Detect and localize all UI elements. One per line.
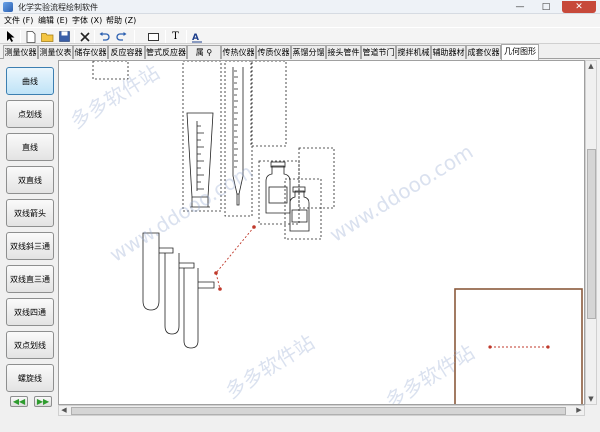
test-tube-rack-glassware (142, 232, 215, 349)
double-line-cross-button[interactable]: 双线四通 (6, 298, 54, 326)
reagent-bottle-large (265, 161, 291, 214)
open-folder-icon[interactable] (40, 29, 55, 44)
double-line-arrow-button[interactable]: 双线箭头 (6, 199, 54, 227)
preview-panel (454, 288, 583, 404)
tab-attribute[interactable]: 属 ⚲ (187, 45, 221, 59)
apparatus-drawing (92, 61, 583, 404)
maximize-button[interactable]: □ (534, 1, 558, 13)
dash-dot-line-button[interactable]: 点划线 (6, 100, 54, 128)
selection-box (224, 61, 253, 217)
window-title: 化学实验流程绘制软件 (18, 3, 98, 12)
menu-edit[interactable]: 编辑 (E) (38, 15, 68, 26)
tab-auxiliary-equipment[interactable]: 辅助器材 (431, 45, 466, 59)
undo-icon[interactable] (97, 29, 112, 44)
pointer-icon[interactable] (3, 29, 18, 44)
burette (232, 67, 244, 206)
curve-button[interactable]: 曲线 (6, 67, 54, 95)
tab-reaction-vessels[interactable]: 反应容器 (108, 45, 145, 59)
app-icon (3, 2, 13, 12)
tab-distillation[interactable]: 蒸馏分馏 (291, 45, 326, 59)
selection-box (92, 61, 129, 80)
tab-fittings[interactable]: 接头管件 (326, 45, 361, 59)
tab-complete-sets[interactable]: 成套仪器 (466, 45, 501, 59)
vertical-scrollbar[interactable]: ▲ ▼ (585, 60, 597, 405)
delete-icon[interactable] (77, 29, 92, 44)
new-file-icon[interactable] (23, 29, 38, 44)
tab-storage-instruments[interactable]: 储存仪器 (73, 45, 108, 59)
vertical-scroll-thumb[interactable] (587, 149, 596, 319)
next-page-button[interactable]: ▶▶ (34, 396, 52, 407)
double-line-oblique-tee-button[interactable]: 双线斜三通 (6, 232, 54, 260)
toolbar: T A (0, 27, 600, 44)
horizontal-scrollbar[interactable]: ◀ ▶ (58, 405, 585, 416)
tab-stirring-machinery[interactable]: 搅拌机械 (396, 45, 431, 59)
menu-bar: 文件 (F) 编辑 (E) 字体 (X) 帮助 (Z) (0, 14, 600, 27)
spiral-line-button[interactable]: 螺旋线 (6, 364, 54, 392)
scroll-right-icon[interactable]: ▶ (574, 406, 584, 415)
close-button[interactable]: ✕ (562, 1, 596, 13)
scroll-left-icon[interactable]: ◀ (59, 406, 69, 415)
selection-box (298, 147, 335, 209)
tab-measuring-instruments[interactable]: 测量仪器 (3, 45, 38, 59)
tab-tubular-reactors[interactable]: 管式反应器 (145, 45, 187, 59)
shape-palette: 曲线 点划线 直线 双直线 双线箭头 双线斜三通 双线直三通 双线四通 双点划线… (4, 60, 56, 410)
menu-font[interactable]: 字体 (X) (72, 15, 102, 26)
horizontal-scroll-thumb[interactable] (71, 407, 566, 415)
selection-box (258, 160, 300, 225)
selection-box (250, 61, 287, 147)
connector-line (214, 225, 256, 291)
tab-geometric-shapes[interactable]: 几何图形 (501, 44, 539, 60)
scroll-down-icon[interactable]: ▼ (586, 394, 596, 404)
menu-help[interactable]: 帮助 (Z) (106, 15, 136, 26)
tab-measuring-meters[interactable]: 测量仪表 (38, 45, 73, 59)
drawing-canvas[interactable]: www.ddooo.com www.ddooo.com 多多软件站 多多软件站 … (58, 60, 585, 405)
rectangle-icon[interactable] (146, 29, 161, 44)
font-icon[interactable]: A (189, 29, 204, 44)
text-icon[interactable]: T (168, 29, 183, 44)
minimize-button[interactable]: — (508, 1, 532, 13)
double-line-button[interactable]: 双直线 (6, 166, 54, 194)
menu-file[interactable]: 文件 (F) (4, 15, 33, 26)
redo-icon[interactable] (114, 29, 129, 44)
straight-line-button[interactable]: 直线 (6, 133, 54, 161)
title-bar: 化学实验流程绘制软件 — □ ✕ (0, 0, 600, 14)
scroll-up-icon[interactable]: ▲ (586, 61, 596, 71)
category-tabs: 测量仪器 测量仪表 储存仪器 反应容器 管式反应器 属 ⚲ 传热仪器 传质仪器 … (0, 44, 600, 60)
save-icon[interactable] (57, 29, 72, 44)
graduated-cylinder (186, 112, 214, 208)
tab-pipe-valves[interactable]: 管道节门 (361, 45, 396, 59)
tab-heat-transfer[interactable]: 传热仪器 (221, 45, 256, 59)
prev-page-button[interactable]: ◀◀ (10, 396, 28, 407)
double-dot-dash-line-button[interactable]: 双点划线 (6, 331, 54, 359)
double-line-straight-tee-button[interactable]: 双线直三通 (6, 265, 54, 293)
tab-mass-transfer[interactable]: 传质仪器 (256, 45, 291, 59)
